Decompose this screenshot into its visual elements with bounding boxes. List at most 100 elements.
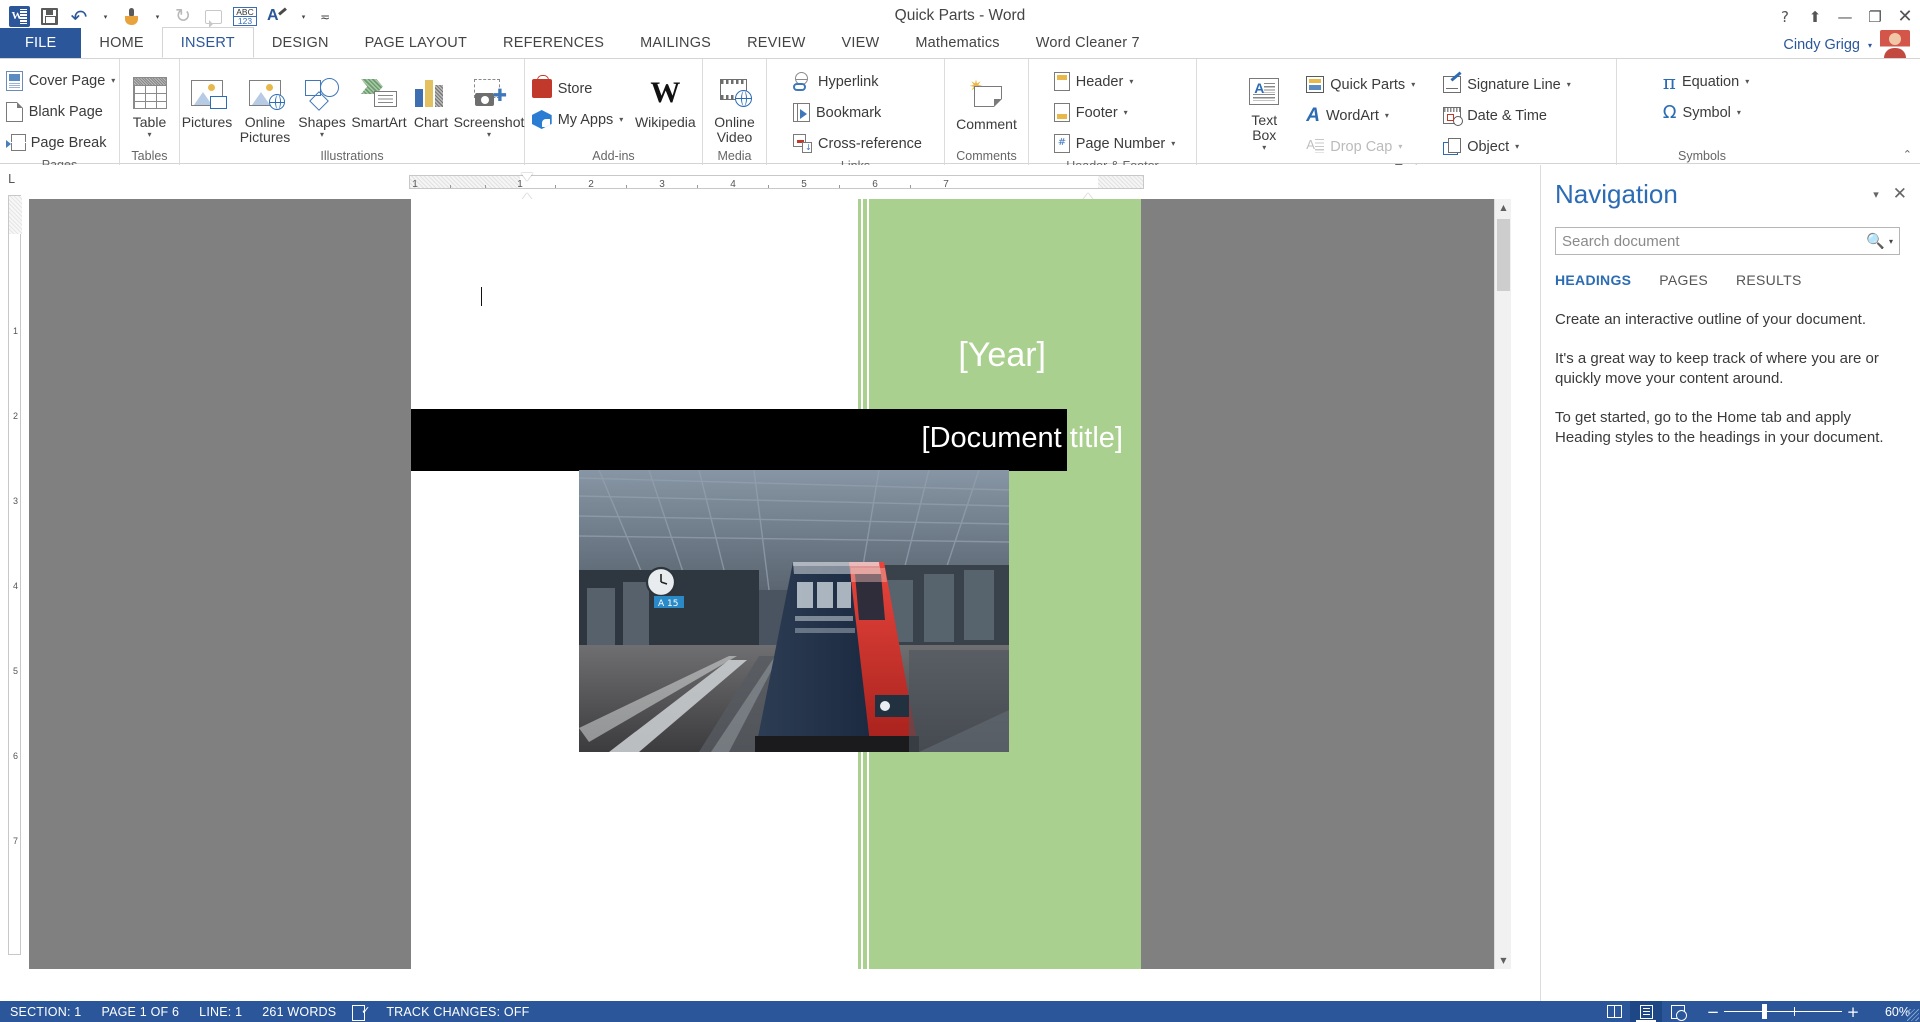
chevron-down-icon[interactable]: ▾: [1262, 144, 1266, 152]
touch-mode-icon[interactable]: [116, 3, 146, 31]
vertical-scrollbar[interactable]: ▲ ▼: [1494, 199, 1511, 969]
cross-reference-button[interactable]: Cross-reference: [789, 128, 926, 159]
document-canvas[interactable]: [Year] [Document title] A 15 ▲ ▼: [29, 199, 1511, 969]
quick-parts-button[interactable]: Quick Parts ▾: [1302, 69, 1419, 100]
restore-icon[interactable]: ❐: [1860, 3, 1890, 31]
tab-stop-selector-icon[interactable]: L: [8, 172, 15, 186]
document-page[interactable]: [Year] [Document title] A 15: [411, 199, 1141, 969]
tab-headings[interactable]: HEADINGS: [1555, 272, 1645, 288]
status-section[interactable]: SECTION: 1: [0, 1005, 91, 1019]
document-title-placeholder[interactable]: [Document title]: [922, 422, 1123, 455]
customize-qat-icon[interactable]: ≂: [314, 3, 336, 31]
cover-page-button[interactable]: Cover Page ▾: [2, 65, 120, 96]
blank-page-button[interactable]: Blank Page: [2, 96, 107, 127]
web-layout-icon[interactable]: [1662, 1001, 1694, 1022]
collapse-ribbon-icon[interactable]: ⌃: [1903, 148, 1912, 161]
chevron-down-icon[interactable]: ▾: [1411, 80, 1415, 89]
proofing-errors-icon[interactable]: [352, 1004, 370, 1021]
chevron-down-icon[interactable]: ▾: [1745, 77, 1749, 86]
style-dropdown-icon[interactable]: ▾: [292, 3, 314, 31]
chevron-down-icon[interactable]: ▾: [1515, 142, 1519, 151]
tab-page-layout[interactable]: PAGE LAYOUT: [347, 28, 485, 58]
chevron-down-icon[interactable]: ▾: [1385, 111, 1389, 120]
tab-mailings[interactable]: MAILINGS: [622, 28, 729, 58]
comment-button[interactable]: ✷ Comment: [949, 73, 1025, 132]
horizontal-ruler[interactable]: 1 1 2 3 4 5 6 7: [29, 171, 1509, 201]
search-input[interactable]: [1562, 232, 1867, 250]
scroll-thumb[interactable]: [1497, 219, 1510, 291]
tab-insert[interactable]: INSERT: [161, 27, 254, 58]
page-break-button[interactable]: Page Break: [2, 127, 111, 158]
smartart-button[interactable]: SmartArt: [349, 71, 409, 130]
tab-review[interactable]: REVIEW: [729, 28, 823, 58]
online-video-button[interactable]: Online Video: [707, 71, 763, 145]
avatar[interactable]: [1880, 30, 1910, 60]
tab-word-cleaner[interactable]: Word Cleaner 7: [1018, 28, 1158, 58]
tab-pages[interactable]: PAGES: [1645, 272, 1722, 288]
tab-file[interactable]: FILE: [0, 28, 82, 58]
chevron-down-icon[interactable]: ▾: [1567, 80, 1571, 89]
minimize-icon[interactable]: —: [1830, 3, 1860, 31]
symbol-button[interactable]: Ω Symbol ▾: [1659, 97, 1745, 128]
zoom-out-button[interactable]: −: [1702, 1003, 1724, 1021]
help-icon[interactable]: ?: [1770, 3, 1800, 31]
ribbon-display-options-icon[interactable]: ⬆: [1800, 3, 1830, 31]
first-line-indent-marker[interactable]: [521, 173, 533, 181]
wikipedia-button[interactable]: W Wikipedia: [627, 73, 703, 130]
date-time-button[interactable]: Date & Time: [1439, 100, 1575, 131]
scroll-up-icon[interactable]: ▲: [1495, 199, 1511, 216]
word-logo-icon[interactable]: W: [4, 3, 34, 31]
text-box-button[interactable]: Text Box ▾: [1238, 69, 1290, 152]
status-line[interactable]: LINE: 1: [189, 1005, 252, 1019]
wordart-button[interactable]: A WordArt ▾: [1302, 100, 1419, 131]
tab-home[interactable]: HOME: [81, 28, 161, 58]
hyperlink-button[interactable]: Hyperlink: [789, 66, 882, 97]
chevron-down-icon[interactable]: ▾: [487, 131, 491, 139]
tab-view[interactable]: VIEW: [823, 28, 897, 58]
chevron-down-icon[interactable]: ▾: [619, 115, 623, 124]
user-dropdown-icon[interactable]: ▾: [1868, 41, 1872, 50]
search-icon[interactable]: 🔍: [1866, 232, 1885, 250]
status-track-changes[interactable]: TRACK CHANGES: OFF: [376, 1005, 539, 1019]
chart-button[interactable]: Chart: [409, 71, 453, 130]
chevron-down-icon[interactable]: ▾: [147, 131, 151, 139]
chevron-down-icon[interactable]: ▾: [1124, 108, 1128, 117]
store-button[interactable]: Store: [528, 73, 628, 104]
equation-button[interactable]: π Equation ▾: [1659, 66, 1753, 97]
chevron-down-icon[interactable]: ▾: [320, 131, 324, 139]
signature-line-button[interactable]: Signature Line ▾: [1439, 69, 1575, 100]
status-word-count[interactable]: 261 WORDS: [252, 1005, 346, 1019]
bookmark-button[interactable]: Bookmark: [789, 97, 885, 128]
table-button[interactable]: Table ▾: [119, 71, 181, 139]
screenshot-button[interactable]: ✚ Screenshot ▾: [453, 71, 525, 139]
page-number-button[interactable]: Page Number ▾: [1050, 128, 1179, 159]
undo-icon[interactable]: ↶: [64, 3, 94, 31]
search-document-box[interactable]: 🔍 ▾: [1555, 227, 1900, 255]
header-button[interactable]: Header ▾: [1050, 66, 1138, 97]
cover-photo[interactable]: A 15: [579, 470, 1009, 752]
tab-references[interactable]: REFERENCES: [485, 28, 622, 58]
save-icon[interactable]: [34, 3, 64, 31]
chevron-down-icon[interactable]: ▾: [1737, 108, 1741, 117]
zoom-level[interactable]: 60%: [1864, 1005, 1910, 1019]
online-pictures-button[interactable]: Online Pictures: [235, 71, 295, 145]
style-painter-icon[interactable]: A: [262, 3, 292, 31]
user-account-area[interactable]: Cindy Grigg ▾: [1783, 30, 1910, 60]
pictures-button[interactable]: Pictures: [179, 71, 235, 130]
object-button[interactable]: Object ▾: [1439, 131, 1575, 162]
undo-dropdown-icon[interactable]: ▾: [94, 3, 116, 31]
tab-results[interactable]: RESULTS: [1722, 272, 1816, 288]
tab-design[interactable]: DESIGN: [254, 28, 347, 58]
read-mode-icon[interactable]: [1598, 1001, 1630, 1022]
zoom-slider-thumb[interactable]: [1762, 1004, 1767, 1019]
chevron-down-icon[interactable]: ▾: [1171, 139, 1175, 148]
close-icon[interactable]: ✕: [1893, 184, 1907, 204]
zoom-slider[interactable]: [1724, 1001, 1842, 1022]
chevron-down-icon[interactable]: ▾: [1873, 188, 1879, 201]
tab-mathematics[interactable]: Mathematics: [897, 28, 1017, 58]
resize-grip[interactable]: [1907, 1009, 1919, 1021]
footer-button[interactable]: Footer ▾: [1050, 97, 1132, 128]
shapes-button[interactable]: Shapes ▾: [295, 71, 349, 139]
chevron-down-icon[interactable]: ▾: [1129, 77, 1133, 86]
year-placeholder[interactable]: [Year]: [958, 336, 1046, 375]
